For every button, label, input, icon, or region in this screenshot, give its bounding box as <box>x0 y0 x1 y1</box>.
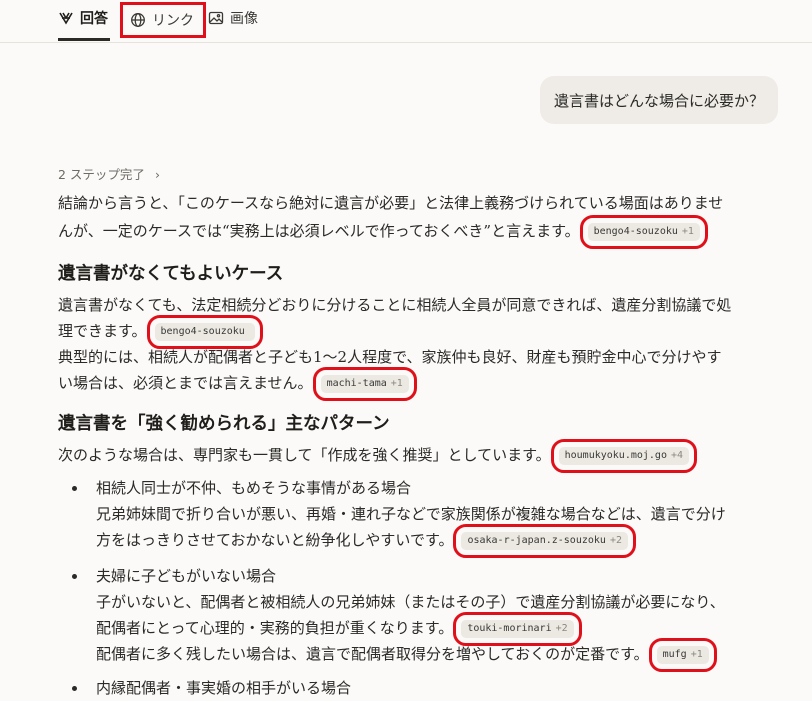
citation-chip[interactable]: mufg +1 <box>648 638 717 672</box>
bullet-title: 相続人同士が不仲、もめそうな事情がある場合 <box>96 479 412 497</box>
active-tab-indicator <box>58 38 110 41</box>
citation-chip[interactable]: machi-tama +1 <box>312 367 417 401</box>
answer-paragraph: 次のような場合は、専門家も一貫して「作成を強く推奨」としています。 houmuky… <box>58 439 698 473</box>
answer-paragraph: 方をはっきりさせておかないと紛争化しやすいです。 osaka-r-japan.z-… <box>96 524 636 558</box>
image-icon <box>208 10 224 26</box>
answer-paragraph: 子がいないと、配偶者と被相続人の兄弟姉妹（またはその子）で遺産分割協議が必要にな… <box>96 593 725 611</box>
bullet-marker <box>72 574 77 579</box>
section-heading: 遺言書を「強く勧められる」主なパターン <box>58 414 390 434</box>
user-question-bubble: 遺言書はどんな場合に必要か？ <box>539 76 778 124</box>
bullet-marker <box>72 486 77 491</box>
answer-paragraph: い場合は、必須とまでは言えません。 machi-tama +1 <box>58 367 417 401</box>
answer-icon <box>58 10 74 26</box>
citation-chip[interactable]: bengo4-souzoku <box>146 315 263 349</box>
tab-links[interactable]: リンク <box>120 2 206 38</box>
tab-links-label: リンク <box>152 13 194 29</box>
tab-answer-label: 回答 <box>80 11 108 27</box>
steps-toggle[interactable]: 2 ステップ完了 › <box>58 164 160 183</box>
answer-paragraph: んが、一定のケースでは“実務上は必須レベルで作っておくべき”と言えます。 beng… <box>58 215 708 249</box>
citation-chip[interactable]: osaka-r-japan.z-souzoku +2 <box>453 524 636 558</box>
source-tab-bar: 回答 リンク 画像 <box>0 0 812 43</box>
answer-paragraph: 理できます。 bengo4-souzoku <box>58 315 263 349</box>
answer-paragraph: 兄弟姉妹間で折り合いが悪い、再婚・連れ子などで家族関係が複雑な場合などは、遺言で… <box>96 505 726 523</box>
chevron-right-icon: › <box>154 167 160 182</box>
bullet-marker <box>72 686 77 691</box>
citation-chip[interactable]: houmukyoku.moj.go +4 <box>550 439 698 473</box>
tab-images-label: 画像 <box>230 11 258 27</box>
answer-paragraph: 遺言書がなくても、法定相続分どおりに分けることに相続人全員が同意できれば、遺産分… <box>58 296 732 314</box>
globe-icon <box>130 12 146 28</box>
citation-chip[interactable]: touki-morinari +2 <box>453 612 582 646</box>
bullet-title: 夫婦に子どもがいない場合 <box>96 567 277 585</box>
answer-paragraph: 配偶者にとって心理的・実務的負担が重くなります。 touki-morinari +2 <box>96 612 582 646</box>
tab-images[interactable]: 画像 <box>208 0 258 36</box>
answer-paragraph: 配偶者に多く残したい場合は、遺言で配偶者取得分を増やしておくのが定番です。 muf… <box>96 638 717 672</box>
tab-answer[interactable]: 回答 <box>58 0 108 36</box>
bullet-title: 内縁配偶者・事実婚の相手がいる場合 <box>96 679 352 697</box>
answer-paragraph: 典型的には、相続人が配偶者と子ども1～2人程度で、家族仲も良好、財産も預貯金中心… <box>58 348 722 366</box>
steps-label: 2 ステップ完了 <box>58 167 145 182</box>
citation-chip[interactable]: bengo4-souzoku +1 <box>579 215 708 249</box>
answer-paragraph: 結論から言うと、「このケースなら絶対に遺言が必要」と法律上義務づけられている場面… <box>58 194 724 212</box>
section-heading: 遺言書がなくてもよいケース <box>58 264 284 284</box>
